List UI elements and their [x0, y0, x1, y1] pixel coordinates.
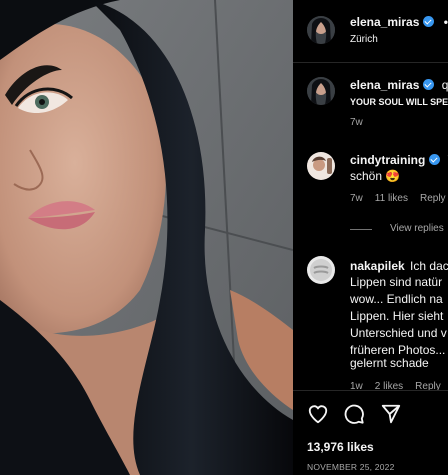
list-item: elena_miras qu: [350, 78, 448, 92]
reply-button[interactable]: Reply: [420, 193, 446, 204]
verified-badge-icon: [429, 154, 441, 165]
likes-count[interactable]: 13,976 likes: [307, 440, 374, 454]
verified-badge-icon: [423, 79, 435, 90]
post-actions: 13,976 likes NOVEMBER 25, 2022: [293, 390, 448, 475]
comment-username[interactable]: elena_miras: [350, 78, 419, 92]
comment-avatar[interactable]: [307, 152, 335, 180]
comment-time: 7w: [350, 193, 363, 204]
comment-text: Lippen. Hier sieht: [350, 309, 444, 323]
comment-text: YOUR SOUL WILL SPE: [350, 97, 448, 107]
comment-icon[interactable]: [343, 403, 365, 425]
author-avatar[interactable]: [307, 16, 335, 44]
comment-text: schön 😍: [350, 169, 401, 183]
comment-text: Ich dac: [410, 259, 448, 273]
view-replies-link[interactable]: View replies: [390, 223, 444, 234]
heart-icon[interactable]: [307, 403, 329, 425]
comment-likes[interactable]: 11 likes: [375, 193, 408, 204]
divider: [350, 229, 372, 230]
comment-text: wow... Endlich na: [350, 292, 443, 306]
comment-meta: 7w 11 likes Reply: [350, 193, 448, 204]
post-photo-image: [0, 0, 293, 475]
comment-text: qu: [441, 78, 448, 92]
comment-username[interactable]: nakapilek: [350, 259, 405, 273]
comment-avatar[interactable]: [307, 77, 335, 105]
author-username[interactable]: elena_miras: [350, 15, 419, 29]
comment-text: gelernt schade: [350, 356, 429, 370]
comment-avatar[interactable]: [307, 256, 335, 284]
comment-time: 7w: [350, 117, 363, 128]
share-icon[interactable]: [380, 403, 402, 425]
comment-text: Unterschied und v: [350, 326, 447, 340]
comments-panel: elena_miras • Zürich elena_miras qu YOUR…: [293, 0, 448, 475]
comment-username[interactable]: cindytraining: [350, 153, 425, 167]
post-date: NOVEMBER 25, 2022: [307, 462, 395, 472]
view-replies-row[interactable]: View replies: [350, 223, 444, 234]
post-location[interactable]: Zürich: [350, 34, 378, 45]
header-dot: •: [443, 15, 448, 29]
post-photo[interactable]: [0, 0, 293, 475]
verified-badge-icon: [423, 16, 435, 27]
comment-text: Lippen sind natür: [350, 275, 443, 289]
post-header: elena_miras • Zürich: [293, 0, 448, 63]
